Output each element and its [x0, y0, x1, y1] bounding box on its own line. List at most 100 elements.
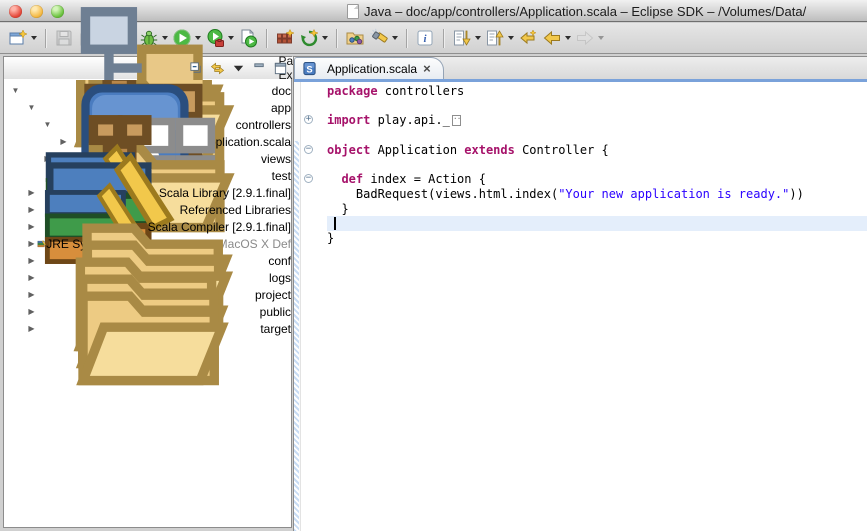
info-toggle-icon	[415, 28, 435, 48]
fold-margin	[302, 157, 327, 172]
tree-item-label: public	[260, 305, 291, 319]
toolbar-separator	[406, 29, 407, 48]
link-with-editor-button[interactable]	[210, 61, 225, 76]
code-text[interactable]: package controllers	[327, 84, 867, 99]
tree-item-label: target	[260, 322, 291, 336]
window-title: Java – doc/app/controllers/Application.s…	[364, 4, 806, 19]
code-line[interactable]: − def index = Action {	[302, 172, 867, 187]
refresh-icon	[299, 28, 319, 48]
package-explorer-panel: Package Explorer × ▼doc▼app▼controllers▶…	[3, 56, 292, 528]
previous-annotation-button[interactable]	[483, 26, 516, 50]
eclipse-window: Java – doc/app/controllers/Application.s…	[0, 0, 867, 531]
code-line[interactable]	[302, 128, 867, 143]
info-toggle-button[interactable]	[413, 26, 437, 50]
fold-margin	[302, 128, 327, 143]
refresh-dropdown-icon[interactable]	[322, 36, 328, 40]
code-text[interactable]: object Application extends Controller {	[327, 143, 867, 158]
fold-margin	[302, 202, 327, 217]
previous-annotation-icon	[485, 28, 505, 48]
expand-icon[interactable]: ▶	[26, 324, 37, 333]
code-token	[327, 216, 334, 230]
next-annotation-dropdown-icon[interactable]	[475, 36, 481, 40]
refresh-button[interactable]	[297, 26, 330, 50]
fold-margin: −	[302, 143, 327, 158]
keyword-token: def	[341, 172, 363, 186]
keyword-token: package	[327, 84, 378, 98]
view-menu-button[interactable]	[231, 61, 246, 76]
next-annotation-button[interactable]	[450, 26, 483, 50]
code-token: Controller {	[515, 143, 609, 157]
code-text[interactable]	[327, 128, 867, 143]
back-dropdown-icon[interactable]	[565, 36, 571, 40]
collapse-all-icon	[189, 61, 204, 76]
tab-application-scala[interactable]: Application.scala ×	[294, 57, 444, 79]
tree-item-label: app	[271, 101, 291, 115]
code-text[interactable]	[327, 157, 867, 172]
expand-icon[interactable]: ▶	[26, 205, 37, 214]
code-token: Application	[370, 143, 464, 157]
code-line[interactable]	[302, 99, 867, 114]
collapse-icon[interactable]: ▼	[26, 103, 37, 112]
maximize-button[interactable]	[273, 61, 288, 76]
back-button[interactable]	[540, 26, 573, 50]
forward-dropdown-icon[interactable]	[598, 36, 604, 40]
close-editor-icon[interactable]: ×	[423, 64, 431, 74]
code-area[interactable]: package controllers + import play.api._ − ob…	[302, 84, 867, 531]
expand-icon[interactable]: ▶	[26, 188, 37, 197]
code-line[interactable]: }	[302, 202, 867, 217]
code-text[interactable]	[327, 99, 867, 114]
editor-body[interactable]: package controllers + import play.api._ − ob…	[294, 82, 867, 531]
fold-margin	[302, 84, 327, 99]
expand-icon[interactable]: ▶	[26, 222, 37, 231]
fold-margin: −	[302, 172, 327, 187]
code-text[interactable]: import play.api._	[327, 113, 867, 128]
last-edit-location-button[interactable]	[516, 26, 540, 50]
open-type-button[interactable]	[343, 26, 367, 50]
expand-icon[interactable]: ▶	[26, 239, 37, 248]
code-token: index = Action {	[363, 172, 486, 186]
view-menu-icon	[231, 61, 246, 76]
minimize-button[interactable]	[252, 61, 267, 76]
expand-icon[interactable]: ▶	[26, 256, 37, 265]
collapsed-code-icon[interactable]	[452, 115, 461, 126]
code-text[interactable]: def index = Action {	[327, 172, 867, 187]
new-java-project-button[interactable]	[273, 26, 297, 50]
code-text[interactable]: BadRequest(views.html.index("Your new ap…	[327, 187, 867, 202]
annotation-ruler[interactable]	[294, 82, 301, 531]
view-toolbar	[189, 57, 288, 79]
document-proxy-icon	[347, 4, 359, 19]
code-line[interactable]: − object Application extends Controller {	[302, 143, 867, 158]
search-icon	[369, 28, 389, 48]
previous-annotation-dropdown-icon[interactable]	[508, 36, 514, 40]
code-token: }	[327, 202, 349, 216]
code-text[interactable]: }	[327, 231, 867, 246]
expand-icon[interactable]: ▶	[26, 307, 37, 316]
fold-margin	[302, 187, 327, 202]
code-line[interactable]: + import play.api._	[302, 113, 867, 128]
collapse-fold-icon[interactable]: −	[304, 174, 313, 183]
code-line[interactable]: }	[302, 231, 867, 246]
code-line[interactable]: BadRequest(views.html.index("Your new ap…	[302, 187, 867, 202]
search-dropdown-icon[interactable]	[392, 36, 398, 40]
code-line[interactable]	[302, 157, 867, 172]
editor-tabbar: Application.scala ×	[294, 57, 867, 79]
code-line[interactable]	[302, 216, 867, 231]
maximize-icon	[273, 61, 288, 76]
toolbar-separator	[443, 29, 444, 48]
code-text[interactable]: }	[327, 202, 867, 217]
search-button[interactable]	[367, 26, 400, 50]
new-java-project-icon	[275, 28, 295, 48]
expand-icon[interactable]: ▶	[26, 273, 37, 282]
expand-icon[interactable]: ▶	[26, 290, 37, 299]
expand-fold-icon[interactable]: +	[304, 115, 313, 124]
collapse-fold-icon[interactable]: −	[304, 145, 313, 154]
collapse-all-button[interactable]	[189, 61, 204, 76]
tree-item-label: test	[272, 169, 291, 183]
tree-item-target[interactable]: ▶ target	[4, 320, 291, 337]
code-text[interactable]	[327, 216, 867, 231]
collapse-icon[interactable]: ▼	[10, 86, 21, 95]
code-token: controllers	[378, 84, 465, 98]
forward-icon	[575, 28, 595, 48]
code-line[interactable]: package controllers	[302, 84, 867, 99]
package-explorer-tree: ▼doc▼app▼controllers▶Application.scala▶v…	[4, 80, 291, 527]
